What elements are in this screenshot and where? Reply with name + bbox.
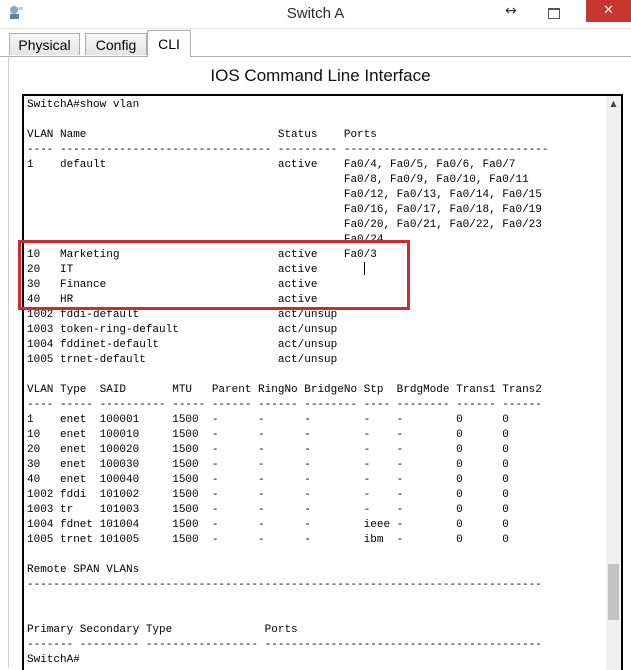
terminal-line: ---- -------------------------------- --… xyxy=(27,144,549,156)
terminal-line: SwitchA#show vlan xyxy=(27,99,140,111)
terminal-line: Remote SPAN VLANs xyxy=(27,564,140,576)
tab-physical[interactable]: Physical xyxy=(9,33,80,55)
terminal-line: VLAN Type SAID MTU Parent RingNo BridgeN… xyxy=(27,384,542,396)
scroll-up-arrow-icon[interactable]: ▲ xyxy=(606,96,621,111)
terminal-line: 1 enet 100001 1500 - - - - - 0 0 xyxy=(27,414,509,426)
terminal-line: 1003 tr 101003 1500 - - - - - 0 0 xyxy=(27,504,509,516)
vlan-highlight-box xyxy=(18,240,410,310)
terminal-output[interactable]: SwitchA#show vlan VLAN Name Status Ports… xyxy=(27,98,549,668)
tab-config[interactable]: Config xyxy=(85,33,147,55)
terminal-line: Fa0/12, Fa0/13, Fa0/14, Fa0/15 xyxy=(27,189,542,201)
scroll-thumb[interactable] xyxy=(608,564,619,620)
terminal-line: 1005 trnet-default act/unsup xyxy=(27,354,338,366)
tab-cli[interactable]: CLI xyxy=(147,30,191,57)
terminal-line: Primary Secondary Type Ports xyxy=(27,624,298,636)
terminal-line: ---- ----- ---------- ----- ------ -----… xyxy=(27,399,542,411)
terminal-line: 1004 fddinet-default act/unsup xyxy=(27,339,338,351)
terminal-line: Fa0/8, Fa0/9, Fa0/10, Fa0/11 xyxy=(27,174,529,186)
terminal-line: Fa0/20, Fa0/21, Fa0/22, Fa0/23 xyxy=(27,219,542,231)
terminal-line: 1003 token-ring-default act/unsup xyxy=(27,324,338,336)
tab-bar: Physical Config CLI xyxy=(0,30,631,57)
maximize-icon[interactable] xyxy=(548,8,560,19)
close-button[interactable]: ✕ xyxy=(586,0,631,22)
terminal-line: 1005 trnet 101005 1500 - - - ibm - 0 0 xyxy=(27,534,509,546)
terminal-line: Fa0/16, Fa0/17, Fa0/18, Fa0/19 xyxy=(27,204,542,216)
terminal-scrollbar[interactable]: ▲ xyxy=(606,96,621,670)
terminal-line: 10 enet 100010 1500 - - - - - 0 0 xyxy=(27,429,509,441)
terminal-line: 1 default active Fa0/4, Fa0/5, Fa0/6, Fa… xyxy=(27,159,516,171)
terminal-line: 20 enet 100020 1500 - - - - - 0 0 xyxy=(27,444,509,456)
title-bar: Switch A ↔ ✕ xyxy=(0,0,631,29)
terminal-line: ----------------------------------------… xyxy=(27,579,542,591)
terminal-line: 30 enet 100030 1500 - - - - - 0 0 xyxy=(27,459,509,471)
terminal-line: SwitchA# xyxy=(27,654,80,666)
terminal-line: 1002 fddi-default act/unsup xyxy=(27,309,338,321)
cli-title: IOS Command Line Interface xyxy=(210,66,431,85)
terminal-line: 40 enet 100040 1500 - - - - - 0 0 xyxy=(27,474,509,486)
cli-panel: IOS Command Line Interface SwitchA#show … xyxy=(8,57,631,670)
terminal-line: ------- --------- ----------------- ----… xyxy=(27,639,542,651)
terminal-console[interactable]: SwitchA#show vlan VLAN Name Status Ports… xyxy=(22,94,623,670)
terminal-line: 1004 fdnet 101004 1500 - - - ieee - 0 0 xyxy=(27,519,509,531)
terminal-line: VLAN Name Status Ports xyxy=(27,129,377,141)
window-title: Switch A xyxy=(286,5,345,22)
move-resize-icon[interactable]: ↔ xyxy=(505,3,517,19)
terminal-line: 1002 fddi 101002 1500 - - - - - 0 0 xyxy=(27,489,509,501)
